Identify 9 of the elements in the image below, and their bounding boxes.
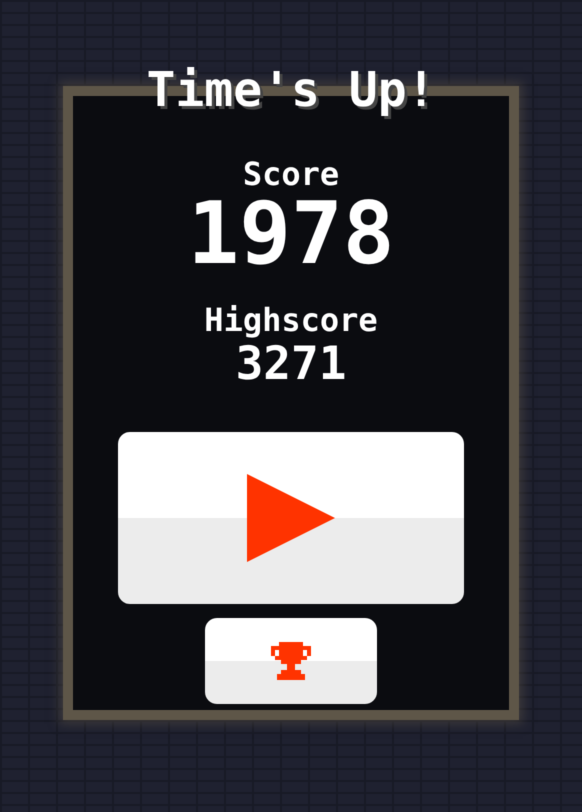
play-button[interactable] (118, 432, 464, 604)
score-label: Score (242, 156, 340, 192)
score-value: 1978 (187, 192, 395, 276)
trophy-icon (269, 642, 313, 680)
leaderboard-button[interactable] (205, 618, 377, 704)
title: Time's Up! (146, 62, 436, 118)
play-icon (247, 474, 335, 562)
highscore-value: 3271 (236, 338, 346, 388)
highscore-label: Highscore (204, 302, 378, 338)
